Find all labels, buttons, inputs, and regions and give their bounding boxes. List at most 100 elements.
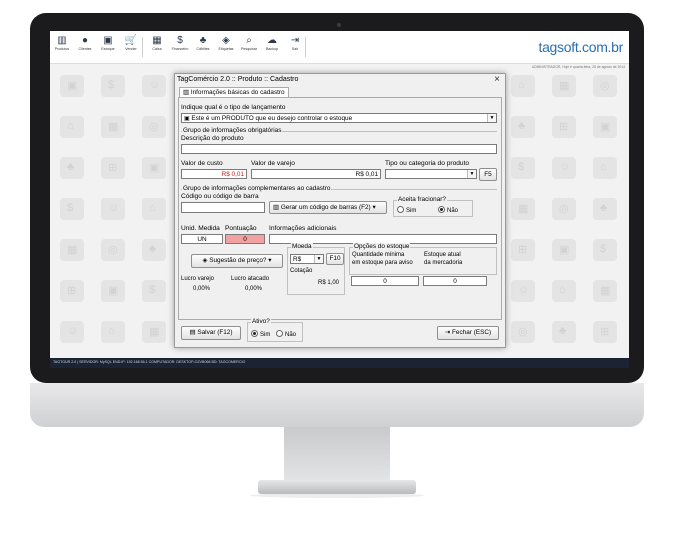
toolbar-item-cdbiltes[interactable]: ♣ Cdbiltes <box>192 35 214 52</box>
toolbar-item-vender[interactable]: 🛒 Vender <box>120 35 142 52</box>
background-tile: ▣ <box>101 280 125 302</box>
qtd-min-input[interactable]: 0 <box>351 276 419 286</box>
background-tile: ▦ <box>60 239 84 261</box>
toolbar-item-estoque[interactable]: ▣ Estoque <box>97 35 119 52</box>
estoque-group-title: Opções do estoque <box>353 243 411 250</box>
background-tile: ◎ <box>552 198 576 220</box>
sugestao-preco-button[interactable]: ◈ Sugestão de preço? ▾ <box>191 254 283 268</box>
tipo-label: Indique qual é o tipo de lançamento <box>181 104 286 111</box>
cotacao-label: Cotação <box>290 268 313 274</box>
search-icon: ⌕ <box>246 35 252 46</box>
background-tile: ◎ <box>511 321 535 343</box>
decorative-icon: ◎ <box>518 326 528 338</box>
background-tile: $ <box>60 198 84 220</box>
toolbar-label: Produtos <box>54 47 70 51</box>
background-tile: ⊞ <box>60 280 84 302</box>
chevron-down-icon: ▼ <box>314 255 323 263</box>
moeda-select[interactable]: R$ ▼ <box>290 254 324 264</box>
app-screen: ▥ Produtos ● Clientes ▣ Estoque 🛒 Vender ▦ Caixa $… <box>50 31 629 368</box>
decorative-icon: ⊞ <box>518 244 528 256</box>
decorative-icon: ▣ <box>149 162 160 174</box>
categoria-select[interactable]: ▼ <box>385 169 477 179</box>
decorative-icon: ☺ <box>149 79 161 91</box>
gerar-codigo-button[interactable]: ▥ Gerar um código de barras (F2) ▾ <box>269 201 387 214</box>
varejo-input[interactable]: R$ 0,01 <box>251 169 381 179</box>
decorative-icon: ◎ <box>108 244 118 256</box>
qtd-min-label-2: em estoque para aviso <box>352 260 413 266</box>
fracionar-nao-radio[interactable]: Não <box>438 206 458 214</box>
decorative-icon: ☺ <box>67 325 79 337</box>
fracionar-nao-label: Não <box>447 208 459 214</box>
background-tile: ▦ <box>101 116 125 138</box>
decorative-icon: ⌂ <box>518 79 525 91</box>
estoque-atual-input[interactable]: 0 <box>423 276 487 286</box>
close-button[interactable]: ⇥ Fechar (ESC) <box>437 326 499 340</box>
fracionar-label: Aceita fracionar? <box>397 196 447 203</box>
decorative-icon: ⊞ <box>600 326 610 338</box>
tipo-select[interactable]: ▣ Este é um PRODUTO que eu desejo contro… <box>181 113 497 123</box>
toolbar-item-etiquetas[interactable]: ◈ Etiquetas <box>215 35 237 52</box>
decorative-icon: ◎ <box>600 80 610 92</box>
user-date-line: ADMINISTRADOR, Hoje é quarta-feira, 28 d… <box>531 65 625 69</box>
background-tile: $ <box>142 280 166 302</box>
dialog-title: TagComércio 2.0 :: Produto :: Cadastro <box>177 76 299 83</box>
background-tile: ♣ <box>60 157 84 179</box>
toolbar-item-backup[interactable]: ☁ Backup <box>261 35 283 52</box>
pontuacao-input[interactable]: 0 <box>225 234 265 244</box>
save-label: Salvar (F12) <box>197 329 233 336</box>
descricao-input[interactable] <box>181 144 497 154</box>
decorative-icon: ▦ <box>108 121 119 133</box>
toolbar-item-pesquisar[interactable]: ⌕ Pesquisar <box>238 35 260 52</box>
toolbar-item-financeiro[interactable]: $ Financeiro <box>169 35 191 52</box>
toolbar-item-produtos[interactable]: ▥ Produtos <box>51 35 73 52</box>
background-tile: ◎ <box>101 239 125 261</box>
background-tile: ☺ <box>511 280 535 302</box>
toolbar-item-caixa[interactable]: ▦ Caixa <box>146 35 168 52</box>
radio-icon <box>276 330 283 337</box>
ativo-nao-radio[interactable]: Não <box>276 330 296 338</box>
descricao-label: Descrição do produto <box>181 135 244 142</box>
decorative-icon: ⊞ <box>559 121 569 133</box>
decorative-icon: ▦ <box>559 80 570 92</box>
f10-button[interactable]: F10 <box>326 253 344 265</box>
ativo-nao-label: Não <box>285 332 297 338</box>
save-button[interactable]: ▤ Salvar (F12) <box>181 326 241 340</box>
custo-input[interactable]: R$ 0,01 <box>181 169 247 179</box>
background-tile: $ <box>593 239 617 261</box>
barcode-icon: ▥ <box>57 35 67 46</box>
toolbar-separator <box>305 37 306 57</box>
unid-input[interactable]: UN <box>181 234 223 244</box>
background-tile: ⌂ <box>511 75 535 97</box>
lucro-varejo-value: 0,00% <box>193 286 211 292</box>
monitor-stand-neck <box>284 427 390 483</box>
required-group-title: Grupo de informações obrigatórias <box>182 127 283 134</box>
cart-icon: 🛒 <box>124 35 138 46</box>
box-icon: ▣ <box>103 35 113 46</box>
cloud-icon: ☁ <box>267 35 277 46</box>
info-label: Informações adicionais <box>269 225 337 232</box>
camera-dot <box>337 23 341 27</box>
background-tile: ☺ <box>60 321 84 343</box>
background-tile: ⌂ <box>101 321 125 343</box>
decorative-icon: ♣ <box>149 243 157 255</box>
codigo-input[interactable] <box>181 202 265 213</box>
background-tile: ⊞ <box>101 157 125 179</box>
decorative-icon: ⌂ <box>559 284 566 296</box>
background-tile: ▦ <box>593 280 617 302</box>
toolbar-item-clientes[interactable]: ● Clientes <box>74 35 96 52</box>
background-tile: ⌂ <box>552 280 576 302</box>
decorative-icon: $ <box>600 243 607 255</box>
toolbar-item-sair[interactable]: ⇥ Sair <box>284 35 306 52</box>
fracionar-sim-radio[interactable]: Sim <box>397 206 416 214</box>
product-register-dialog: TagComércio 2.0 :: Produto :: Cadastro ×… <box>174 73 506 348</box>
top-toolbar: ▥ Produtos ● Clientes ▣ Estoque 🛒 Vender ▦ Caixa $… <box>50 31 629 64</box>
close-icon[interactable]: × <box>494 74 500 85</box>
ativo-sim-radio[interactable]: Sim <box>251 330 270 338</box>
decorative-icon: ♣ <box>518 120 526 132</box>
background-tile: ◎ <box>142 116 166 138</box>
people-icon: ♣ <box>199 35 207 46</box>
lucro-atacado-label: Lucro atacado <box>231 276 270 282</box>
monitor-stand-foot <box>258 480 416 494</box>
background-tile: ▣ <box>142 157 166 179</box>
f5-button[interactable]: F5 <box>479 168 497 181</box>
